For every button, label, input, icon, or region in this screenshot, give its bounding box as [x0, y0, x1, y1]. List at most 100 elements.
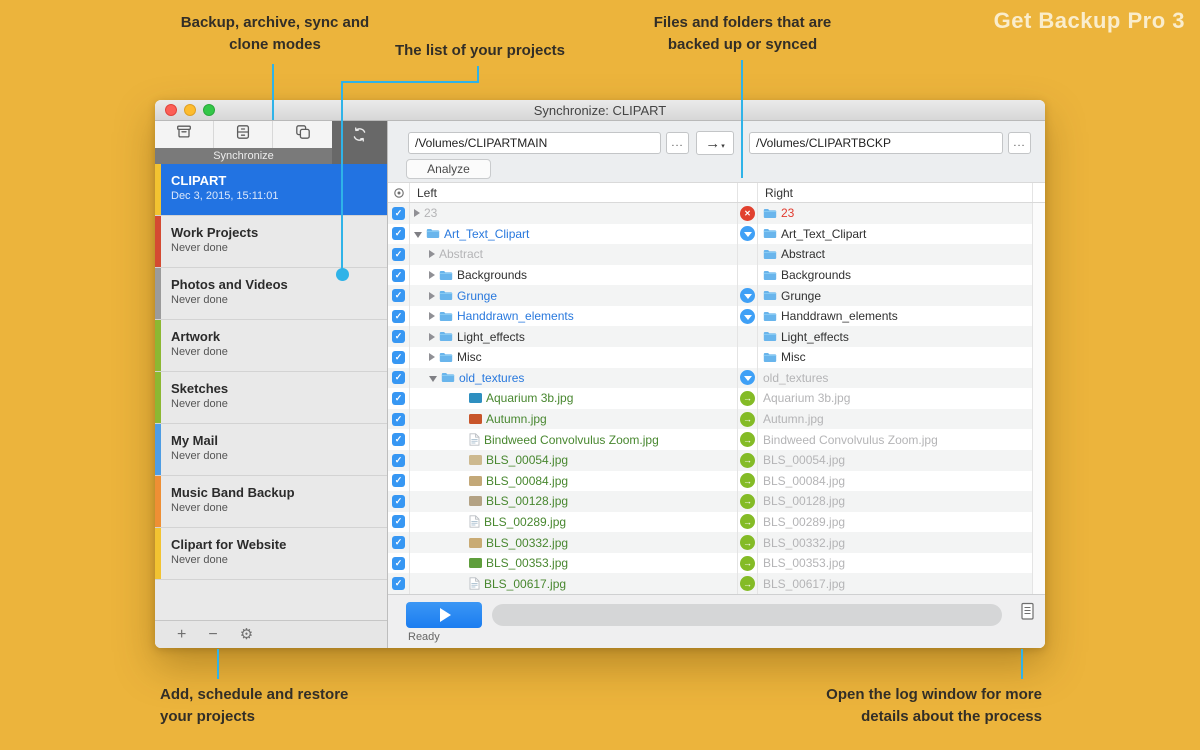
file-row[interactable]: Art_Text_ClipartArt_Text_Clipart [388, 224, 1045, 245]
right-column-header[interactable]: Right [758, 186, 1032, 200]
row-checkbox[interactable] [392, 310, 405, 323]
copy-right-status-icon[interactable] [740, 535, 755, 550]
row-checkbox[interactable] [392, 248, 405, 261]
sync-down-status-icon[interactable] [740, 370, 755, 385]
browse-right-button[interactable]: ... [1008, 132, 1031, 154]
delete-status-icon[interactable] [740, 206, 755, 221]
file-row[interactable]: old_texturesold_textures [388, 368, 1045, 389]
disclosure-triangle-expanded[interactable] [429, 376, 437, 382]
project-row[interactable]: SketchesNever done [155, 372, 387, 424]
row-checkbox[interactable] [392, 495, 405, 508]
scrollbar-track[interactable] [1032, 450, 1045, 471]
disclosure-triangle-collapsed[interactable] [429, 292, 435, 300]
sync-down-status-icon[interactable] [740, 226, 755, 241]
scrollbar-track[interactable] [1032, 244, 1045, 265]
file-row[interactable]: Bindweed Convolvulus Zoom.jpgBindweed Co… [388, 429, 1045, 450]
archive-mode-button[interactable] [214, 121, 273, 148]
file-row[interactable]: 2323 [388, 203, 1045, 224]
left-path-input[interactable] [408, 132, 661, 154]
clone-mode-button[interactable] [273, 121, 332, 148]
scrollbar-track[interactable] [1032, 388, 1045, 409]
copy-right-status-icon[interactable] [740, 473, 755, 488]
browse-left-button[interactable]: ... [666, 132, 689, 154]
row-checkbox[interactable] [392, 227, 405, 240]
open-log-button[interactable] [1016, 602, 1038, 626]
copy-right-status-icon[interactable] [740, 514, 755, 529]
disclosure-triangle-collapsed[interactable] [429, 333, 435, 341]
scrollbar-track[interactable] [1032, 553, 1045, 574]
row-checkbox[interactable] [392, 474, 405, 487]
disclosure-triangle-collapsed[interactable] [414, 209, 420, 217]
file-row[interactable]: BLS_00617.jpgBLS_00617.jpg [388, 573, 1045, 594]
row-checkbox[interactable] [392, 454, 405, 467]
row-checkbox[interactable] [392, 371, 405, 384]
row-checkbox[interactable] [392, 392, 405, 405]
file-row[interactable]: BLS_00128.jpgBLS_00128.jpg [388, 491, 1045, 512]
file-row[interactable]: MiscMisc [388, 347, 1045, 368]
scrollbar-track[interactable] [1032, 471, 1045, 492]
file-row[interactable]: Aquarium 3b.jpgAquarium 3b.jpg [388, 388, 1045, 409]
project-row[interactable]: Work ProjectsNever done [155, 216, 387, 268]
scrollbar-track[interactable] [1032, 573, 1045, 594]
scrollbar-track[interactable] [1032, 512, 1045, 533]
file-row[interactable]: BLS_00353.jpgBLS_00353.jpg [388, 553, 1045, 574]
file-row[interactable]: AbstractAbstract [388, 244, 1045, 265]
project-row[interactable]: ArtworkNever done [155, 320, 387, 372]
disclosure-triangle-collapsed[interactable] [429, 312, 435, 320]
file-row[interactable]: BLS_00054.jpgBLS_00054.jpg [388, 450, 1045, 471]
minimize-button[interactable] [184, 104, 196, 116]
row-checkbox[interactable] [392, 557, 405, 570]
row-checkbox[interactable] [392, 536, 405, 549]
row-checkbox[interactable] [392, 515, 405, 528]
title-bar[interactable]: Synchronize: CLIPART [155, 100, 1045, 121]
backup-mode-button[interactable] [155, 121, 214, 148]
copy-right-status-icon[interactable] [740, 432, 755, 447]
project-row[interactable]: Music Band BackupNever done [155, 476, 387, 528]
scrollbar-track[interactable] [1032, 429, 1045, 450]
sync-direction-button[interactable]: → ▾ [696, 131, 734, 155]
project-row[interactable]: Photos and VideosNever done [155, 268, 387, 320]
sync-down-status-icon[interactable] [740, 309, 755, 324]
copy-right-status-icon[interactable] [740, 453, 755, 468]
row-checkbox[interactable] [392, 289, 405, 302]
row-checkbox[interactable] [392, 413, 405, 426]
project-row[interactable]: Clipart for WebsiteNever done [155, 528, 387, 580]
remove-project-button[interactable]: − [208, 627, 217, 643]
target-icon[interactable] [388, 183, 410, 202]
copy-right-status-icon[interactable] [740, 494, 755, 509]
copy-right-status-icon[interactable] [740, 576, 755, 591]
file-row[interactable]: Autumn.jpgAutumn.jpg [388, 409, 1045, 430]
file-row[interactable]: GrungeGrunge [388, 285, 1045, 306]
row-checkbox[interactable] [392, 330, 405, 343]
row-checkbox[interactable] [392, 351, 405, 364]
scrollbar-track[interactable] [1032, 409, 1045, 430]
project-settings-gear-icon[interactable]: ⚙ [240, 627, 253, 643]
scrollbar-track[interactable] [1032, 265, 1045, 286]
disclosure-triangle-collapsed[interactable] [429, 250, 435, 258]
row-checkbox[interactable] [392, 433, 405, 446]
file-row[interactable]: BLS_00332.jpgBLS_00332.jpg [388, 532, 1045, 553]
right-path-input[interactable] [749, 132, 1003, 154]
scrollbar-track[interactable] [1032, 285, 1045, 306]
left-column-header[interactable]: Left [410, 186, 737, 200]
scrollbar-track[interactable] [1032, 306, 1045, 327]
disclosure-triangle-expanded[interactable] [414, 232, 422, 238]
row-checkbox[interactable] [392, 577, 405, 590]
add-project-button[interactable]: + [177, 627, 186, 643]
scrollbar-track[interactable] [1032, 347, 1045, 368]
disclosure-triangle-collapsed[interactable] [429, 353, 435, 361]
file-row[interactable]: BLS_00084.jpgBLS_00084.jpg [388, 471, 1045, 492]
file-row[interactable]: BackgroundsBackgrounds [388, 265, 1045, 286]
disclosure-triangle-collapsed[interactable] [429, 271, 435, 279]
project-row[interactable]: My MailNever done [155, 424, 387, 476]
project-row[interactable]: CLIPARTDec 3, 2015, 15:11:01 [155, 164, 387, 216]
scrollbar-track[interactable] [1032, 491, 1045, 512]
file-row[interactable]: BLS_00289.jpgBLS_00289.jpg [388, 512, 1045, 533]
analyze-button[interactable]: Analyze [406, 159, 491, 179]
start-sync-button[interactable] [406, 602, 482, 628]
file-row[interactable]: Handdrawn_elementsHanddrawn_elements [388, 306, 1045, 327]
close-button[interactable] [165, 104, 177, 116]
copy-right-status-icon[interactable] [740, 556, 755, 571]
scrollbar-track[interactable] [1032, 532, 1045, 553]
scrollbar-track[interactable] [1032, 203, 1045, 224]
